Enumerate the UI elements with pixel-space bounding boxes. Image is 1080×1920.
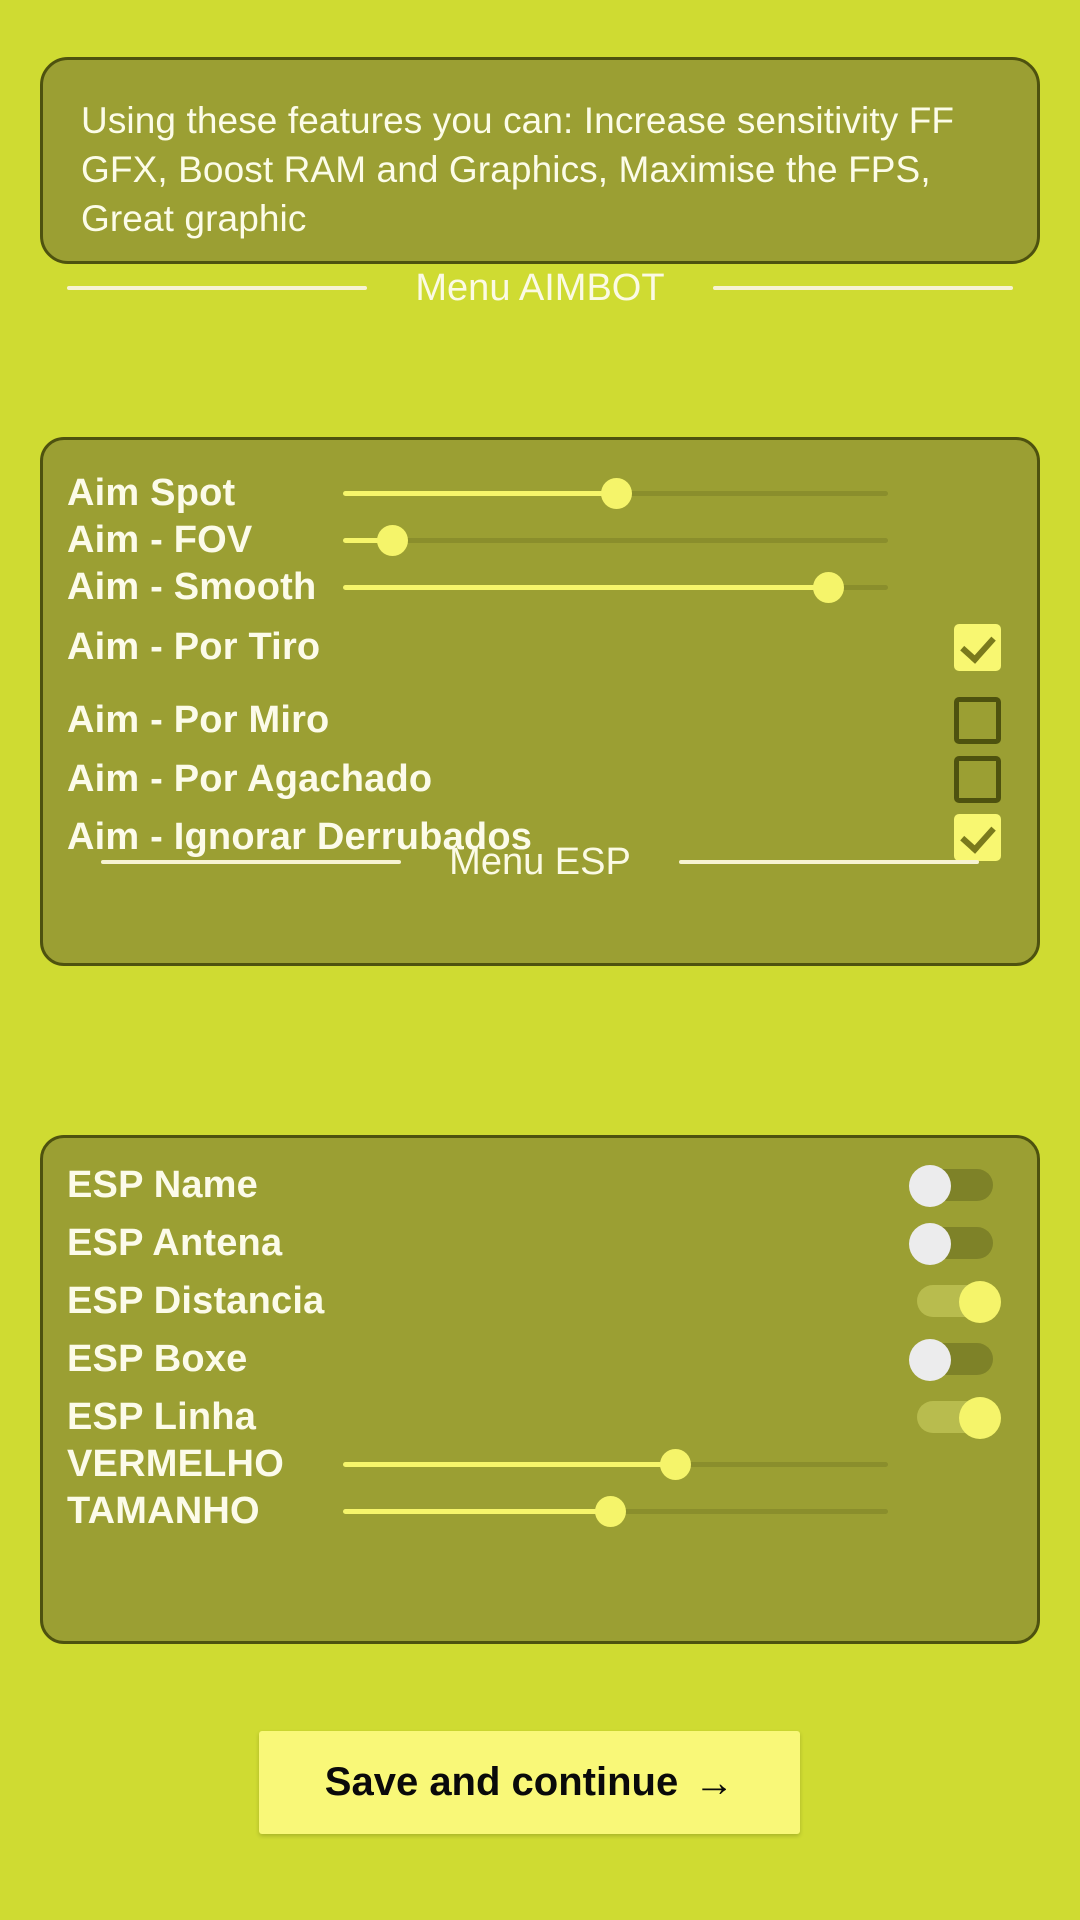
slider-thumb[interactable] <box>813 572 845 603</box>
row-esp-name[interactable]: ESP Name <box>43 1156 1043 1214</box>
divider-rule-right <box>712 286 1013 290</box>
label-esp-distancia: ESP Distancia <box>67 1279 325 1322</box>
section-title-esp: Menu ESP <box>449 840 631 883</box>
save-and-continue-button[interactable]: Save and continue → <box>259 1731 800 1834</box>
toggle-esp-antena[interactable] <box>909 1223 1001 1265</box>
slider-track <box>343 538 888 543</box>
divider-rule-left <box>101 860 402 864</box>
slider-thumb[interactable] <box>660 1449 692 1480</box>
slider-fill <box>343 585 829 590</box>
toggle-esp-boxe[interactable] <box>909 1339 1001 1381</box>
label-aim-fov: Aim - FOV <box>67 518 253 561</box>
label-aim-por-tiro: Aim - Por Tiro <box>67 625 321 668</box>
label-esp-name: ESP Name <box>67 1163 259 1206</box>
row-aim-por-tiro[interactable]: Aim - Por Tiro <box>43 618 1043 676</box>
row-aim-smooth: Aim - Smooth <box>43 558 1043 616</box>
label-tamanho: TAMANHO <box>67 1489 260 1532</box>
intro-text: Using these features you can: Increase s… <box>81 100 955 239</box>
slider-fill <box>343 1509 611 1514</box>
divider-rule-left <box>67 286 368 290</box>
slider-fill <box>343 1462 676 1467</box>
slider-tamanho[interactable] <box>343 1482 888 1540</box>
slider-aim-smooth[interactable] <box>343 558 888 616</box>
row-esp-antena[interactable]: ESP Antena <box>43 1214 1043 1272</box>
slider-thumb[interactable] <box>377 525 409 556</box>
save-button-label: Save and continue <box>324 1760 679 1804</box>
label-aim-smooth: Aim - Smooth <box>67 565 317 608</box>
toggle-esp-name[interactable] <box>909 1165 1001 1207</box>
toggle-knob <box>959 1281 1001 1323</box>
section-header-aimbot: Menu AIMBOT <box>0 262 1080 314</box>
label-aim-por-agachado: Aim - Por Agachado <box>67 757 433 800</box>
intro-banner: Using these features you can: Increase s… <box>40 57 1040 264</box>
checkbox-aim-por-agachado[interactable] <box>954 755 1001 803</box>
section-title-aimbot: Menu AIMBOT <box>415 266 665 309</box>
label-vermelho: VERMELHO <box>67 1442 284 1485</box>
label-aim-spot: Aim Spot <box>67 471 236 514</box>
label-esp-antena: ESP Antena <box>67 1221 283 1264</box>
slider-thumb[interactable] <box>600 478 632 509</box>
row-esp-distancia[interactable]: ESP Distancia <box>43 1272 1043 1330</box>
section-header-esp: Menu ESP <box>0 836 1080 888</box>
label-esp-linha: ESP Linha <box>67 1395 257 1438</box>
row-tamanho: TAMANHO <box>43 1482 1043 1540</box>
toggle-knob <box>909 1223 951 1265</box>
toggle-knob <box>909 1165 951 1207</box>
toggle-knob <box>959 1397 1001 1439</box>
arrow-right-icon: → <box>694 1760 735 1805</box>
label-esp-boxe: ESP Boxe <box>67 1337 248 1380</box>
slider-thumb[interactable] <box>595 1496 627 1527</box>
divider-rule-right <box>678 860 979 864</box>
row-aim-por-agachado[interactable]: Aim - Por Agachado <box>43 750 1043 808</box>
label-aim-por-miro: Aim - Por Miro <box>67 698 330 741</box>
toggle-esp-distancia[interactable] <box>909 1281 1001 1323</box>
toggle-esp-linha[interactable] <box>909 1397 1001 1439</box>
checkbox-aim-por-miro[interactable] <box>954 696 1001 744</box>
checkbox-aim-por-tiro[interactable] <box>954 623 1001 671</box>
toggle-knob <box>909 1339 951 1381</box>
slider-fill <box>343 491 616 496</box>
row-esp-boxe[interactable]: ESP Boxe <box>43 1330 1043 1388</box>
row-aim-por-miro[interactable]: Aim - Por Miro <box>43 691 1043 749</box>
esp-panel: ESP Name ESP Antena ESP Distancia ESP Bo… <box>40 1135 1040 1644</box>
